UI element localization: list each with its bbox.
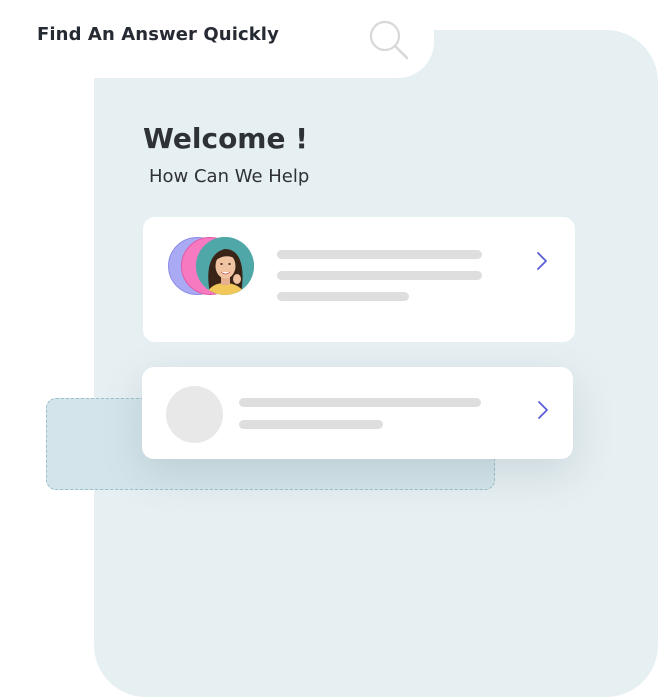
profile-photo-icon xyxy=(196,237,254,295)
page-subtitle: How Can We Help xyxy=(149,166,310,187)
avatar-stack xyxy=(168,237,258,297)
avatar-placeholder xyxy=(166,386,223,443)
search-bar-title: Find An Answer Quickly xyxy=(37,24,279,45)
avatar xyxy=(196,237,254,295)
chevron-right-icon[interactable] xyxy=(535,251,549,271)
text-placeholder-line xyxy=(277,292,409,301)
text-placeholder-line xyxy=(239,398,481,407)
search-bar[interactable]: Find An Answer Quickly xyxy=(0,0,434,78)
help-card[interactable] xyxy=(143,217,575,342)
text-placeholder-line xyxy=(277,250,482,259)
page-title: Welcome ! xyxy=(143,122,308,155)
search-icon[interactable] xyxy=(368,19,410,61)
help-center-widget: Find An Answer Quickly Welcome ! How Can… xyxy=(0,0,658,697)
text-placeholder-line xyxy=(239,420,383,429)
chevron-right-icon[interactable] xyxy=(536,400,550,420)
text-placeholder-line xyxy=(277,271,482,280)
help-card[interactable] xyxy=(142,367,573,459)
